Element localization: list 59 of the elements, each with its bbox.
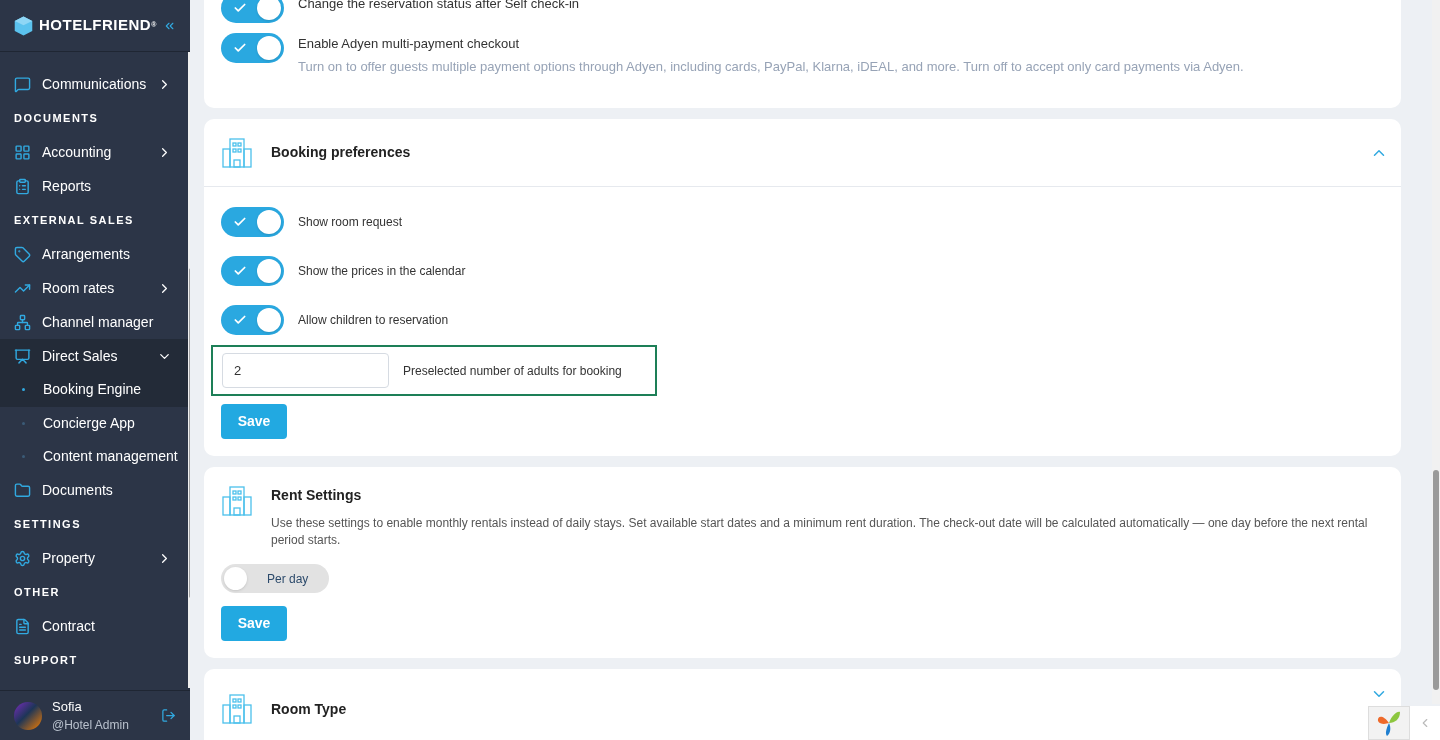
check-icon: [233, 1, 247, 15]
toggle-label: Enable Adyen multi-payment checkout: [298, 35, 521, 53]
toggle-label: Allow children to reservation: [298, 312, 449, 329]
submenu-item[interactable]: Concierge App: [0, 406, 189, 440]
sidebar-item[interactable]: Arrangements: [0, 237, 189, 271]
building-icon: [221, 136, 253, 169]
card-description: Use these settings to enable monthly rentals instead of daily stays. Set available start dates and a minimum rent duration. The check-out date will be calculated automatically — one day before the next rental period starts.: [271, 515, 1369, 549]
sidebar-item[interactable]: Property: [0, 541, 189, 576]
user-role: @Hotel Admin: [52, 717, 130, 735]
clipboard-icon: [14, 177, 31, 195]
document-icon: [14, 618, 31, 635]
check-icon: [233, 215, 247, 229]
check-icon: [233, 313, 247, 327]
rate-switch[interactable]: Per day: [221, 564, 329, 593]
sidebar-item[interactable]: Room rates: [0, 271, 189, 305]
toggle-switch[interactable]: [221, 207, 284, 237]
chat-icon: [14, 75, 31, 93]
card-title: Room Type: [271, 699, 348, 719]
brand-name: HOTELFRIEND$^{®}$: [39, 15, 157, 36]
field-label: Preselected number of adults for booking: [403, 362, 622, 380]
section-heading: SETTINGS: [14, 517, 81, 533]
toggle-switch[interactable]: [221, 256, 284, 286]
widget-logo-tile[interactable]: [1368, 706, 1410, 740]
sidebar-item[interactable]: Accounting: [0, 135, 189, 169]
toggle-label: Show the prices in the calendar: [298, 263, 466, 280]
grid-icon: [14, 143, 31, 161]
toggle-switch[interactable]: [221, 0, 284, 23]
section-heading: DOCUMENTS: [14, 110, 99, 126]
toggle-switch[interactable]: [221, 305, 284, 335]
building-icon: [221, 485, 253, 517]
settings-icon: [14, 550, 31, 567]
folder-icon: [14, 482, 31, 499]
sidebar-item[interactable]: Reports: [0, 169, 189, 203]
sidebar-item[interactable]: Contract: [0, 609, 189, 644]
adults-input[interactable]: 2: [222, 353, 389, 388]
section-heading: SUPPORT: [14, 653, 78, 669]
section-heading: EXTERNAL SALES: [14, 212, 134, 228]
section-heading: OTHER: [14, 585, 60, 601]
sidebar-item[interactable]: Channel manager: [0, 305, 189, 339]
toggle-description: Turn on to offer guests multiple payment options through Adyen, including cards, PayPal, Klarna, iDEAL, and more. Turn off to accept only card payments via Adyen.: [298, 57, 1244, 76]
user-avatar: [14, 701, 42, 730]
sidebar-item[interactable]: Documents: [0, 473, 189, 508]
check-icon: [233, 264, 247, 278]
page-scrollbar[interactable]: [1432, 0, 1440, 704]
building-icon: [221, 693, 253, 725]
card-title: Booking preferences: [271, 143, 412, 162]
submenu-item[interactable]: Content management: [0, 440, 189, 474]
toggle-switch[interactable]: [221, 33, 284, 63]
petal-logo-icon: [1376, 709, 1402, 737]
network-icon: [14, 313, 31, 331]
toggle-label: Show room request: [298, 214, 403, 231]
submenu-item[interactable]: Booking Engine: [0, 373, 189, 407]
sidebar-item[interactable]: Direct Sales: [0, 339, 189, 373]
sidebar-item[interactable]: Communications: [0, 67, 189, 101]
check-icon: [233, 41, 247, 55]
tag-icon: [14, 245, 31, 263]
user-name: Sofia: [52, 697, 83, 716]
card-title: Rent Settings: [271, 486, 363, 505]
logout-icon[interactable]: [161, 708, 176, 723]
